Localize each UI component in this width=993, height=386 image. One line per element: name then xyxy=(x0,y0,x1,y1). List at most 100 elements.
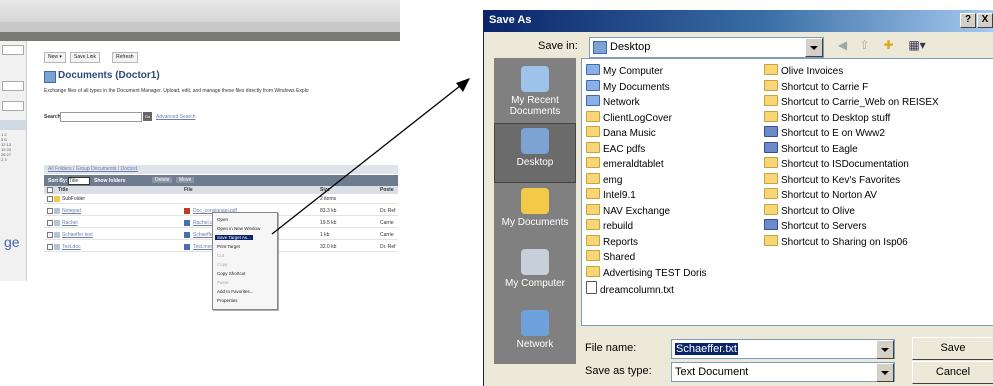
folder-icon xyxy=(586,250,600,261)
shortcut-icon xyxy=(764,219,778,230)
file-item[interactable]: Shortcut to ISDocumentation xyxy=(764,157,909,171)
file-item-label: Shortcut to Desktop stuff xyxy=(781,112,891,124)
file-item-label: rebuild xyxy=(603,221,634,232)
file-name-input[interactable]: Schaeffer.txt xyxy=(671,339,895,359)
save-in-label: Save in: xyxy=(538,40,578,52)
save-as-dialog: Save As ? X Save in: Desktop ◀ ⇧ ✚ ▦▾ My… xyxy=(483,10,993,386)
folder-icon xyxy=(764,234,778,246)
place-network[interactable]: Network xyxy=(494,306,576,366)
system-folder-icon xyxy=(586,79,600,91)
file-item[interactable]: Advertising TEST Doris xyxy=(586,265,707,280)
file-item[interactable]: Shortcut to Servers xyxy=(764,219,867,233)
new-folder-icon[interactable]: ✚ xyxy=(880,37,897,53)
places-bar: My Recent Documents Desktop My Documents My… xyxy=(494,58,576,364)
file-item[interactable]: Shortcut to Sharing on Isp06 xyxy=(764,234,908,249)
place-desktop[interactable]: Desktop xyxy=(494,123,576,183)
file-item[interactable]: My Computer xyxy=(586,64,663,78)
folder-icon xyxy=(586,141,600,153)
place-label: My Recent Documents xyxy=(509,95,561,117)
dialog-titlebar[interactable] xyxy=(484,10,993,32)
place-label: Desktop xyxy=(516,157,554,168)
file-item[interactable]: Shortcut to Desktop stuff xyxy=(764,110,891,125)
arrow-head xyxy=(456,78,470,92)
place-my-computer[interactable]: My Computer xyxy=(494,245,576,305)
place-my-documents[interactable]: My Documents xyxy=(494,184,576,244)
save-as-type-value: Text Document xyxy=(675,366,749,378)
folder-icon xyxy=(764,188,778,199)
folder-icon xyxy=(586,219,600,230)
up-folder-icon[interactable]: ⇧ xyxy=(856,37,873,53)
file-item[interactable]: Network xyxy=(586,95,640,109)
file-item-label: Advertising TEST Doris xyxy=(603,267,707,279)
chevron-down-icon[interactable] xyxy=(876,363,894,382)
file-item[interactable]: Dana Music xyxy=(586,126,656,140)
folder-icon xyxy=(764,79,778,91)
system-folder-icon xyxy=(586,95,600,106)
cancel-button[interactable]: Cancel xyxy=(912,361,993,384)
file-item[interactable]: NAV Exchange xyxy=(586,203,670,218)
save-button[interactable]: Save xyxy=(912,337,993,360)
save-in-dropdown[interactable]: Desktop xyxy=(589,37,824,58)
folder-icon xyxy=(586,126,600,137)
file-item-label: Dana Music xyxy=(603,128,656,139)
file-item[interactable]: ClientLogCover xyxy=(586,110,672,125)
folder-icon xyxy=(764,95,778,106)
file-item[interactable]: Shortcut to Eagle xyxy=(764,141,858,156)
file-name-value: Schaeffer.txt xyxy=(675,343,738,355)
file-item-label: Shortcut to Olive xyxy=(781,205,855,217)
close-button[interactable]: X xyxy=(977,13,993,28)
desktop-icon xyxy=(593,41,607,54)
file-item[interactable]: Shortcut to Carrie F xyxy=(764,79,868,94)
system-folder-icon xyxy=(586,64,600,75)
folder-icon xyxy=(764,157,778,168)
views-menu-icon[interactable]: ▦▾ xyxy=(904,37,930,53)
file-item[interactable]: Intel9.1 xyxy=(586,188,636,202)
file-item-label: Shortcut to Sharing on Isp06 xyxy=(781,236,908,248)
chevron-down-icon[interactable] xyxy=(805,38,823,57)
folder-icon xyxy=(586,234,600,246)
place-label: Network xyxy=(516,339,554,350)
file-item[interactable]: Shortcut to Carrie_Web on REISEX xyxy=(764,95,939,109)
file-item[interactable]: dreamcolumn.txt xyxy=(586,281,674,296)
chevron-down-icon[interactable] xyxy=(876,340,894,359)
file-item-label: Shortcut to Eagle xyxy=(781,143,858,155)
folder-icon xyxy=(586,188,600,199)
save-as-type-select[interactable]: Text Document xyxy=(671,362,895,382)
file-item[interactable]: rebuild xyxy=(586,219,633,233)
file-item[interactable]: Shortcut to E on Www2 xyxy=(764,126,885,140)
file-item[interactable]: Shortcut to Olive xyxy=(764,203,855,218)
file-item[interactable]: Reports xyxy=(586,234,638,249)
file-item[interactable]: Shortcut to Norton AV xyxy=(764,188,877,202)
folder-icon xyxy=(764,110,778,122)
file-list[interactable]: My Computer My Documents Network ClientLogC… xyxy=(581,58,993,326)
save-in-value: Desktop xyxy=(610,41,651,53)
file-item[interactable]: EAC pdfs xyxy=(586,141,645,156)
file-item-label: My Computer xyxy=(603,66,664,77)
shortcut-icon xyxy=(764,141,778,153)
file-item[interactable]: Shared xyxy=(586,250,635,264)
file-item-label: Shortcut to ISDocumentation xyxy=(781,159,909,170)
file-item-label: dreamcolumn.txt xyxy=(600,285,674,296)
dialog-title: Save As xyxy=(489,14,532,26)
file-item-label: ClientLogCover xyxy=(603,112,672,124)
my-documents-icon xyxy=(521,188,549,214)
file-item[interactable]: emg xyxy=(586,172,623,187)
place-my-recent-documents[interactable]: My Recent Documents xyxy=(494,62,576,122)
folder-icon xyxy=(764,172,778,184)
back-icon[interactable]: ◀ xyxy=(834,37,851,53)
file-item[interactable]: Shortcut to Kev's Favorites xyxy=(764,172,901,187)
help-button[interactable]: ? xyxy=(960,13,976,28)
arrow-line xyxy=(271,85,461,235)
folder-icon xyxy=(586,110,600,122)
folder-icon xyxy=(586,172,600,184)
text-file-icon xyxy=(586,281,597,294)
file-item[interactable]: emeraldtablet xyxy=(586,157,664,171)
file-item-label: Shortcut to Carrie_Web on REISEX xyxy=(781,97,939,108)
shortcut-icon xyxy=(764,126,778,137)
file-item[interactable]: Olive Invoices xyxy=(764,64,843,78)
file-item-label: Olive Invoices xyxy=(781,66,844,77)
file-item-label: Shortcut to Kev's Favorites xyxy=(781,174,901,186)
file-item-label: emg xyxy=(603,174,623,186)
file-item[interactable]: My Documents xyxy=(586,79,670,94)
file-item-label: Shortcut to E on Www2 xyxy=(781,128,885,139)
